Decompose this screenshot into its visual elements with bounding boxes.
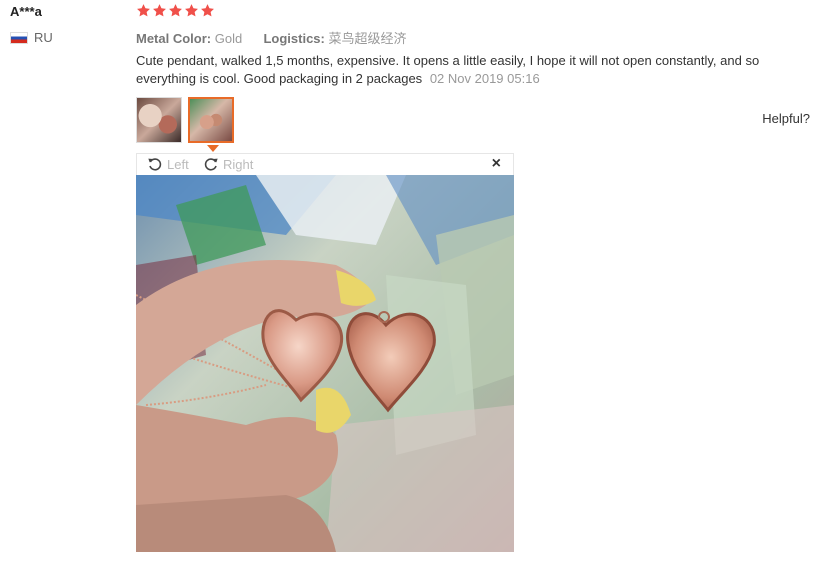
rotate-right-icon <box>203 156 219 172</box>
attr-color-value: Gold <box>214 31 243 46</box>
helpful-link[interactable]: Helpful? <box>762 111 810 126</box>
thumbnail-pointer-icon <box>207 145 219 152</box>
attr-logistics-key: Logistics: <box>263 31 325 46</box>
star-icon <box>152 3 167 18</box>
rotate-right-button[interactable]: Right <box>203 156 253 172</box>
close-icon[interactable]: × <box>492 155 501 173</box>
country-code: RU <box>34 30 53 45</box>
flag-ru-icon <box>10 31 28 44</box>
rotate-left-icon <box>147 156 163 172</box>
review-thumbnails <box>136 97 234 143</box>
review-body: Cute pendant, walked 1,5 months, expensi… <box>136 52 796 88</box>
star-icon <box>184 3 199 18</box>
review-date: 02 Nov 2019 05:16 <box>429 71 540 86</box>
rating-stars <box>136 3 215 18</box>
rotate-left-button[interactable]: Left <box>147 156 189 172</box>
attr-logistics-value: 菜鸟超级经济 <box>328 31 407 46</box>
star-icon <box>136 3 151 18</box>
image-viewer-toolbar: Left Right × <box>136 153 514 175</box>
review-photo <box>136 175 514 552</box>
rotate-right-label: Right <box>223 156 254 172</box>
review-thumbnail[interactable] <box>136 97 182 143</box>
rotate-left-label: Left <box>167 156 189 172</box>
star-icon <box>168 3 183 18</box>
reviewer-name: A***a <box>10 4 42 19</box>
attr-color-key: Metal Color: <box>136 31 212 46</box>
review-attributes: Metal Color: Gold Logistics: 菜鸟超级经济 <box>136 28 407 47</box>
review-thumbnail-selected[interactable] <box>188 97 234 143</box>
reviewer-country: RU <box>10 30 53 45</box>
star-icon <box>200 3 215 18</box>
